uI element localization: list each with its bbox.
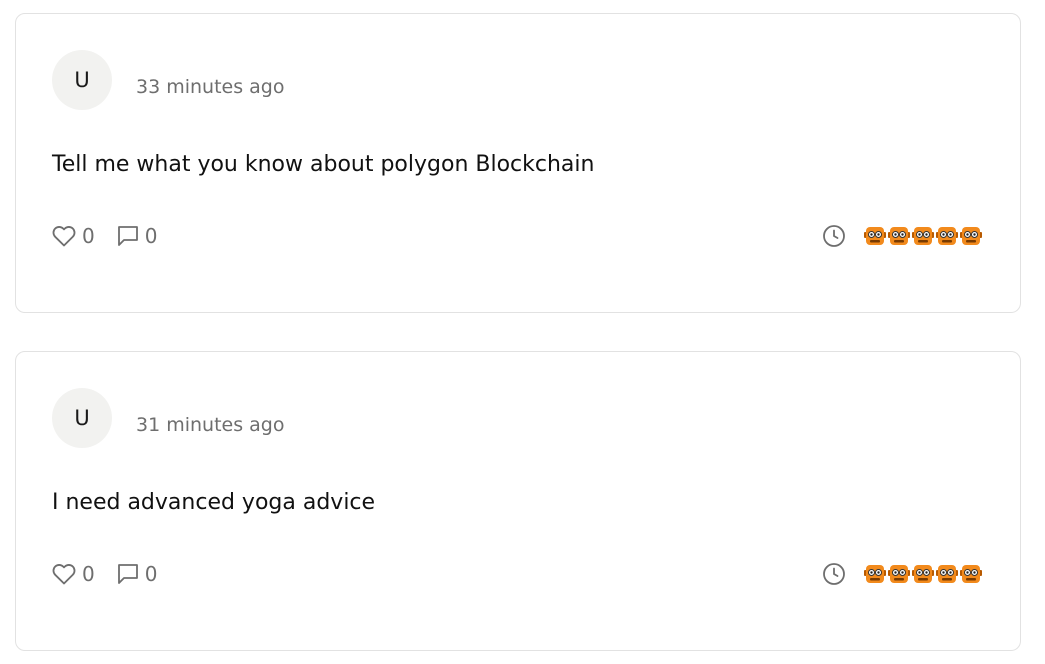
clock-icon[interactable] — [822, 562, 846, 586]
robot-icon — [864, 227, 886, 245]
like-button[interactable]: 0 — [52, 224, 95, 248]
post-card: U 33 minutes ago Tell me what you know a… — [15, 13, 1021, 313]
robot-icon — [912, 565, 934, 583]
robot-icon — [936, 227, 958, 245]
comment-icon — [117, 564, 138, 584]
like-count: 0 — [82, 224, 95, 248]
heart-icon — [52, 226, 76, 247]
comment-count: 0 — [144, 562, 158, 586]
post-tools — [822, 562, 982, 586]
robot-icon — [936, 565, 958, 583]
avatar-initial: U — [74, 406, 90, 430]
heart-icon — [52, 564, 76, 585]
robot-avatars — [864, 563, 982, 585]
post-actions: 0 0 — [52, 562, 157, 586]
post-timestamp: 31 minutes ago — [136, 414, 285, 436]
comment-button[interactable]: 0 — [117, 562, 158, 586]
comment-button[interactable]: 0 — [117, 224, 158, 248]
like-button[interactable]: 0 — [52, 562, 95, 586]
clock-icon[interactable] — [822, 224, 846, 248]
post-actions: 0 0 — [52, 224, 157, 248]
comment-icon — [117, 226, 138, 246]
avatar-initial: U — [74, 68, 90, 92]
post-message: I need advanced yoga advice — [52, 490, 376, 515]
avatar[interactable]: U — [52, 388, 112, 448]
like-count: 0 — [82, 562, 95, 586]
post-card: U 31 minutes ago I need advanced yoga ad… — [15, 351, 1021, 651]
post-tools — [822, 224, 982, 248]
robot-icon — [960, 565, 982, 583]
comment-count: 0 — [144, 224, 158, 248]
robot-icon — [864, 565, 886, 583]
robot-icon — [888, 227, 910, 245]
robot-icon — [912, 227, 934, 245]
post-timestamp: 33 minutes ago — [136, 76, 285, 98]
post-feed: U 33 minutes ago Tell me what you know a… — [0, 0, 1045, 664]
robot-icon — [888, 565, 910, 583]
avatar[interactable]: U — [52, 50, 112, 110]
robot-icon — [960, 227, 982, 245]
robot-avatars — [864, 225, 982, 247]
post-message: Tell me what you know about polygon Bloc… — [52, 152, 595, 177]
